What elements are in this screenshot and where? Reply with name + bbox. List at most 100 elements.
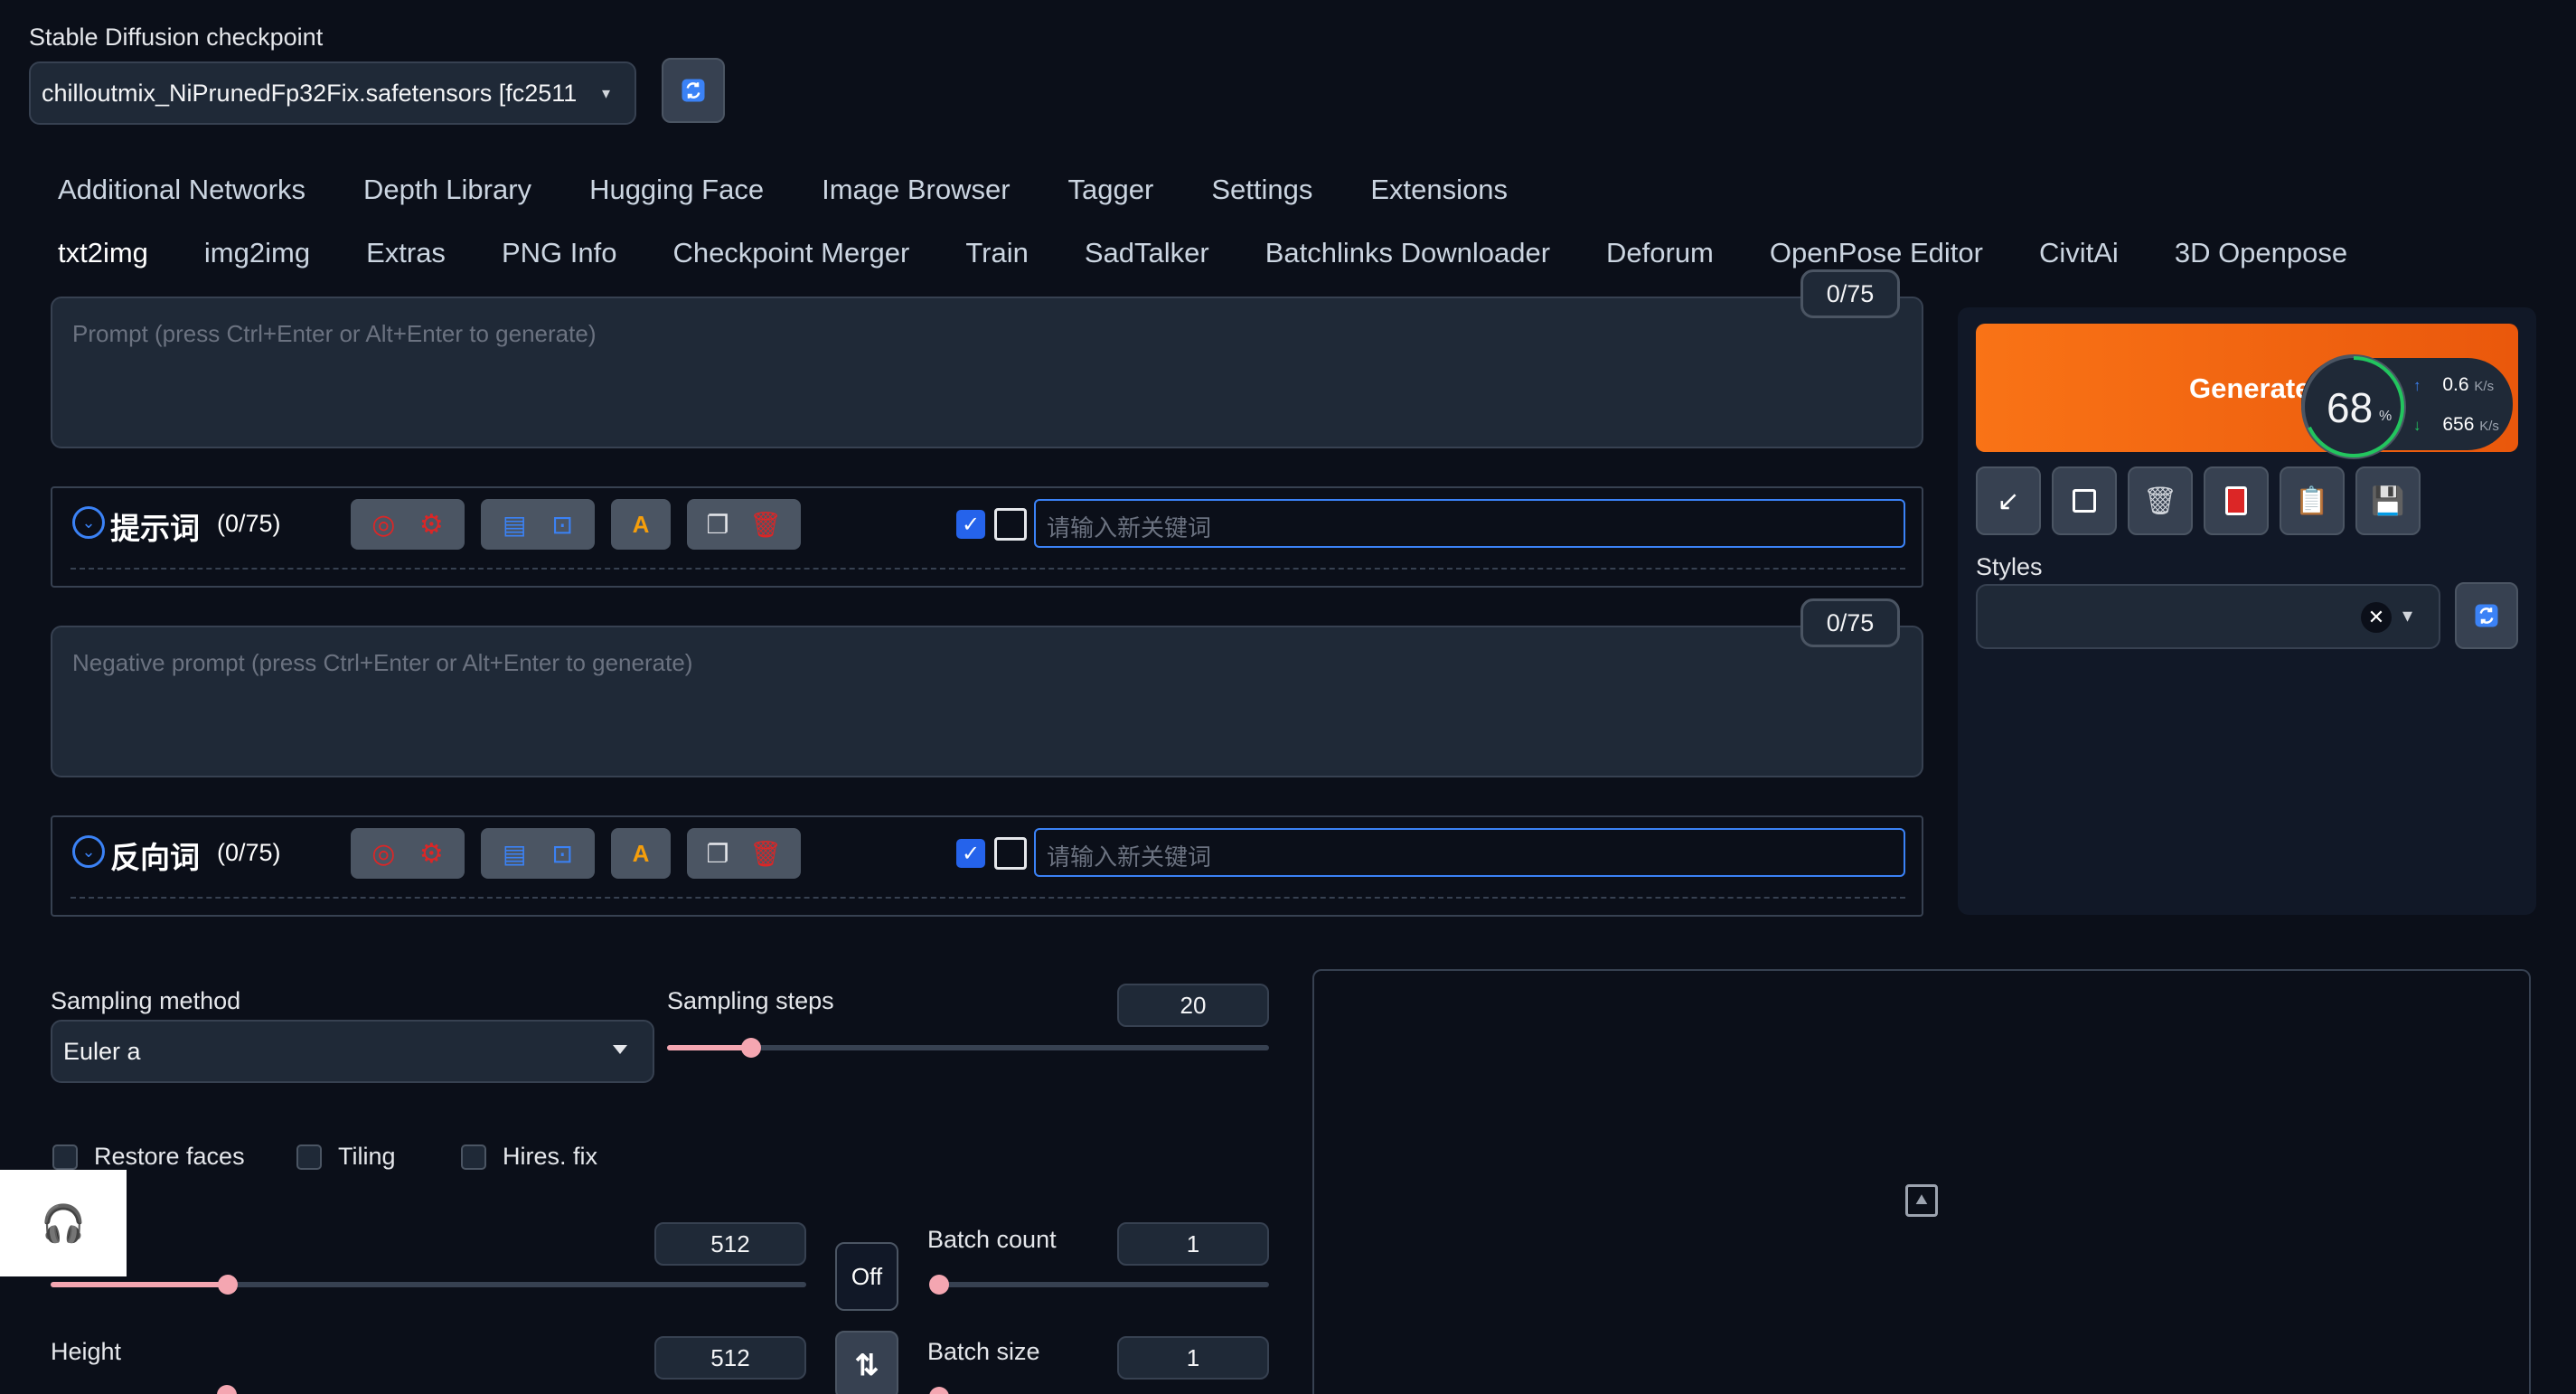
sampling-steps-input[interactable]: 20 <box>1117 984 1269 1027</box>
styles-dropdown[interactable]: ✕ ▾ <box>1976 584 2440 649</box>
trash-icon: 🗑 <box>2142 485 2178 516</box>
tab-img2img[interactable]: img2img <box>204 237 310 269</box>
image-icon: ⛰ <box>1905 1184 1938 1217</box>
restore-faces-box[interactable] <box>52 1144 78 1170</box>
download-arrow-icon: ↓ <box>2413 417 2421 434</box>
tab-openpose-editor[interactable]: OpenPose Editor <box>1770 237 1983 269</box>
tab-additional-networks[interactable]: Additional Networks <box>58 174 306 206</box>
tab-txt2img[interactable]: txt2img <box>58 237 148 269</box>
tab-deforum[interactable]: Deforum <box>1606 237 1714 269</box>
tab-depth-library[interactable]: Depth Library <box>363 174 531 206</box>
batch-count-slider[interactable] <box>929 1275 1269 1295</box>
hires-toggle-button[interactable]: Off <box>835 1242 898 1311</box>
batch-size-thumb[interactable] <box>929 1387 949 1394</box>
sampling-steps-thumb[interactable] <box>741 1038 762 1058</box>
batch-size-input[interactable]: 1 <box>1117 1336 1269 1380</box>
negative-prompt-placeholder: Negative prompt (press Ctrl+Enter or Alt… <box>72 649 693 676</box>
read-params-button[interactable]: ↙ <box>1976 466 2041 535</box>
bookmark-icon[interactable]: ⊡ <box>552 510 573 540</box>
copy-icon[interactable]: ❐ <box>706 510 729 540</box>
height-label: Height <box>51 1338 122 1365</box>
sampling-method-label: Sampling method <box>51 987 241 1014</box>
tab-image-browser[interactable]: Image Browser <box>822 174 1010 206</box>
tiling-checkbox[interactable]: Tiling <box>296 1143 396 1171</box>
width-slider[interactable] <box>51 1275 806 1295</box>
styles-label: Styles <box>1976 553 2043 580</box>
prompt-toolbar-group-2: ▤ ⊡ <box>481 499 595 550</box>
tab-batchlinks-downloader[interactable]: Batchlinks Downloader <box>1265 237 1550 269</box>
clear-icon[interactable]: ✕ <box>2361 602 2392 633</box>
refresh-checkpoint-button[interactable] <box>662 58 725 123</box>
checkpoint-label: Stable Diffusion checkpoint <box>29 24 324 51</box>
save-style-button[interactable]: 💾 <box>2355 466 2421 535</box>
list-icon[interactable]: ▤ <box>503 510 526 540</box>
ab-icon[interactable]: A <box>633 511 650 539</box>
text-cursor-icon[interactable] <box>994 837 1027 870</box>
width-thumb[interactable] <box>218 1275 239 1295</box>
copy-icon[interactable]: ❐ <box>706 839 729 869</box>
tab-sadtalker[interactable]: SadTalker <box>1085 237 1209 269</box>
batch-count-thumb[interactable] <box>929 1275 949 1295</box>
hires-fix-checkbox[interactable]: Hires. fix <box>461 1143 597 1171</box>
negative-helper-count: (0/75) <box>217 839 281 866</box>
collapse-icon[interactable]: ⌄ <box>72 835 105 868</box>
sampling-steps-slider[interactable] <box>667 1038 1269 1058</box>
height-thumb[interactable] <box>217 1385 237 1394</box>
text-cursor-icon[interactable] <box>994 508 1027 541</box>
delete-icon[interactable]: 🗑 <box>749 510 782 540</box>
tab-settings[interactable]: Settings <box>1211 174 1312 206</box>
swap-icon: ⇅ <box>854 1349 879 1381</box>
negative-token-counter: 0/75 <box>1800 598 1900 647</box>
card-icon <box>2225 486 2247 515</box>
negative-enable-checkbox[interactable]: ✓ <box>956 839 985 868</box>
sampling-method-dropdown[interactable]: Euler a <box>51 1020 654 1083</box>
apply-styles-button[interactable]: 📋 <box>2280 466 2345 535</box>
prompt-enable-checkbox[interactable]: ✓ <box>956 510 985 539</box>
delete-icon[interactable]: 🗑 <box>749 839 782 869</box>
settings-icon[interactable]: ⚙ <box>419 838 444 870</box>
collapse-icon[interactable]: ⌄ <box>72 506 105 539</box>
prompt-token-counter: 0/75 <box>1800 269 1900 318</box>
prompt-textarea[interactable]: Prompt (press Ctrl+Enter or Alt+Enter to… <box>51 297 1923 448</box>
tab-checkpoint-merger[interactable]: Checkpoint Merger <box>672 237 909 269</box>
download-speed: ↓ 656 K/s <box>2413 414 2499 436</box>
translate-icon[interactable]: ◎ <box>371 509 395 541</box>
extra-networks-button[interactable] <box>2204 466 2269 535</box>
batch-count-input[interactable]: 1 <box>1117 1222 1269 1266</box>
tab-civitai[interactable]: CivitAi <box>2039 237 2119 269</box>
prompt-helper-count: (0/75) <box>217 510 281 537</box>
bookmark-icon[interactable]: ⊡ <box>552 839 573 869</box>
hires-fix-box[interactable] <box>461 1144 486 1170</box>
ab-icon[interactable]: A <box>633 840 650 868</box>
tiling-box[interactable] <box>296 1144 322 1170</box>
checkpoint-dropdown[interactable]: chilloutmix_NiPrunedFp32Fix.safetensors … <box>29 61 636 125</box>
tab-png-info[interactable]: PNG Info <box>502 237 617 269</box>
height-input[interactable]: 512 <box>654 1336 806 1380</box>
progress-unit: % <box>2379 409 2393 424</box>
refresh-icon <box>2475 604 2498 627</box>
negative-keyword-input[interactable]: 请输入新关键词 <box>1034 828 1905 877</box>
translate-icon[interactable]: ◎ <box>371 838 395 870</box>
tab-tagger[interactable]: Tagger <box>1068 174 1154 206</box>
paste-button[interactable] <box>2052 466 2117 535</box>
clear-prompt-button[interactable]: 🗑 <box>2128 466 2193 535</box>
prompt-toolbar-group-1: ◎ ⚙ <box>351 499 465 550</box>
restore-faces-checkbox[interactable]: Restore faces <box>52 1143 245 1171</box>
negative-prompt-textarea[interactable]: Negative prompt (press Ctrl+Enter or Alt… <box>51 626 1923 777</box>
negative-keyword-placeholder: 请输入新关键词 <box>1047 843 1212 871</box>
tab-train[interactable]: Train <box>965 237 1028 269</box>
tab-3d-openpose[interactable]: 3D Openpose <box>2175 237 2347 269</box>
list-icon[interactable]: ▤ <box>503 839 526 869</box>
tab-extras[interactable]: Extras <box>366 237 446 269</box>
negative-toolbar-group-4: ❐ 🗑 <box>687 828 801 879</box>
tab-hugging-face[interactable]: Hugging Face <box>589 174 764 206</box>
tab-extensions[interactable]: Extensions <box>1370 174 1508 206</box>
support-widget[interactable]: 🎧 <box>0 1170 127 1276</box>
prompt-helper-title: 提示词 <box>110 512 200 545</box>
refresh-styles-button[interactable] <box>2455 582 2518 649</box>
swap-dimensions-button[interactable]: ⇅ <box>835 1331 898 1394</box>
prompt-placeholder: Prompt (press Ctrl+Enter or Alt+Enter to… <box>72 320 597 347</box>
width-input[interactable]: 512 <box>654 1222 806 1266</box>
settings-icon[interactable]: ⚙ <box>419 509 444 541</box>
prompt-keyword-input[interactable]: 请输入新关键词 <box>1034 499 1905 548</box>
